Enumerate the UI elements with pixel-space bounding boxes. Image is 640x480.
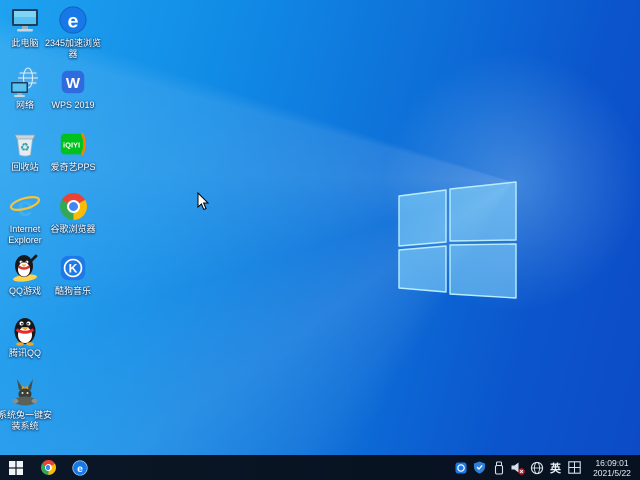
kugou-tray-icon — [455, 462, 466, 473]
wps-icon: W — [57, 66, 89, 98]
desktop-icon-label: WPS 2019 — [51, 100, 95, 110]
desktop-icon-label: 谷歌浏览器 — [50, 224, 96, 234]
desktop-icon-network[interactable]: 网络 — [1, 66, 49, 111]
desktop-icon-label: 腾讯QQ — [8, 348, 41, 358]
2345-browser-icon: e — [57, 4, 89, 36]
desktop-icon-label: 系统兔一键安装系统 — [0, 410, 52, 431]
desktop-icon-this-pc[interactable]: 此电脑 — [1, 4, 49, 49]
desktop-icon-iqiyi-pps[interactable]: iQIYI 爱奇艺PPS — [49, 128, 97, 173]
svg-text:K: K — [69, 262, 78, 276]
desktop: 此电脑 e 2345加速浏览器 网络 W WPS 2019 ♻ 回收站 iQIY… — [0, 0, 640, 480]
desktop-icon-chrome[interactable]: 谷歌浏览器 — [49, 190, 97, 235]
svg-text:e: e — [77, 463, 83, 475]
network-icon — [9, 66, 41, 98]
start-button[interactable] — [0, 455, 32, 480]
clock-time: 16:09:01 — [595, 457, 629, 468]
chrome-icon — [57, 190, 89, 222]
internet-explorer-icon: e — [9, 190, 41, 222]
tray-clock[interactable]: 16:09:01 2021/5/22 — [586, 458, 638, 478]
chrome-icon — [40, 460, 56, 475]
desktop-icon-qq-games[interactable]: QQ游戏 — [1, 252, 49, 297]
desktop-icon-wps-2019[interactable]: W WPS 2019 — [49, 66, 97, 111]
qq-games-icon — [9, 252, 41, 284]
system-rabbit-icon — [9, 376, 41, 408]
globe-network-icon — [530, 461, 543, 474]
tray-security-shield-button[interactable] — [472, 455, 487, 480]
svg-text:e: e — [68, 11, 79, 33]
iqiyi-icon: iQIYI — [57, 128, 89, 160]
taskbar-2345-browser-button[interactable]: e — [64, 455, 96, 480]
tencent-qq-icon — [9, 314, 41, 346]
tray-kugou-button[interactable] — [453, 455, 468, 480]
taskbar: e 英 16:09:01 2021/5/22 — [0, 455, 640, 480]
desktop-icon-tencent-qq[interactable]: 腾讯QQ — [1, 314, 49, 359]
svg-text:W: W — [66, 75, 81, 92]
desktop-icon-internet-explorer[interactable]: e Internet Explorer — [1, 190, 49, 246]
tray-network-button[interactable] — [529, 455, 544, 480]
desktop-icon-system-rabbit[interactable]: 系统兔一键安装系统 — [0, 376, 52, 432]
mouse-cursor — [197, 192, 210, 211]
shield-icon — [474, 461, 485, 474]
2345-browser-icon: e — [72, 459, 88, 476]
desktop-icon-label: 酷狗音乐 — [54, 286, 91, 296]
windows-start-icon — [9, 460, 23, 475]
kugou-music-icon: K — [57, 252, 89, 284]
system-tray: 英 16:09:01 2021/5/22 — [453, 455, 640, 480]
desktop-icon-label: 爱奇艺PPS — [50, 162, 96, 172]
desktop-icon-kugou-music[interactable]: K 酷狗音乐 — [49, 252, 97, 297]
svg-text:♻: ♻ — [20, 142, 30, 154]
desktop-icon-label: 2345加速浏览器 — [44, 38, 102, 59]
this-pc-icon — [9, 4, 41, 36]
recycle-bin-icon: ♻ — [9, 128, 41, 160]
usb-drive-icon — [494, 461, 503, 475]
tray-volume-muted-button[interactable] — [510, 455, 525, 480]
taskbar-chrome-button[interactable] — [32, 455, 64, 480]
tray-usb-button[interactable] — [491, 455, 506, 480]
svg-text:iQIYI: iQIYI — [63, 140, 80, 149]
desktop-icon-2345-browser[interactable]: e 2345加速浏览器 — [45, 4, 101, 60]
desktop-icon-recycle-bin[interactable]: ♻ 回收站 — [1, 128, 49, 173]
touch-keyboard-icon — [568, 461, 581, 474]
tray-touch-keyboard-button[interactable] — [567, 455, 582, 480]
speaker-muted-icon — [511, 462, 525, 475]
clock-date: 2021/5/22 — [593, 467, 631, 478]
tray-ime-indicator[interactable]: 英 — [548, 460, 563, 476]
